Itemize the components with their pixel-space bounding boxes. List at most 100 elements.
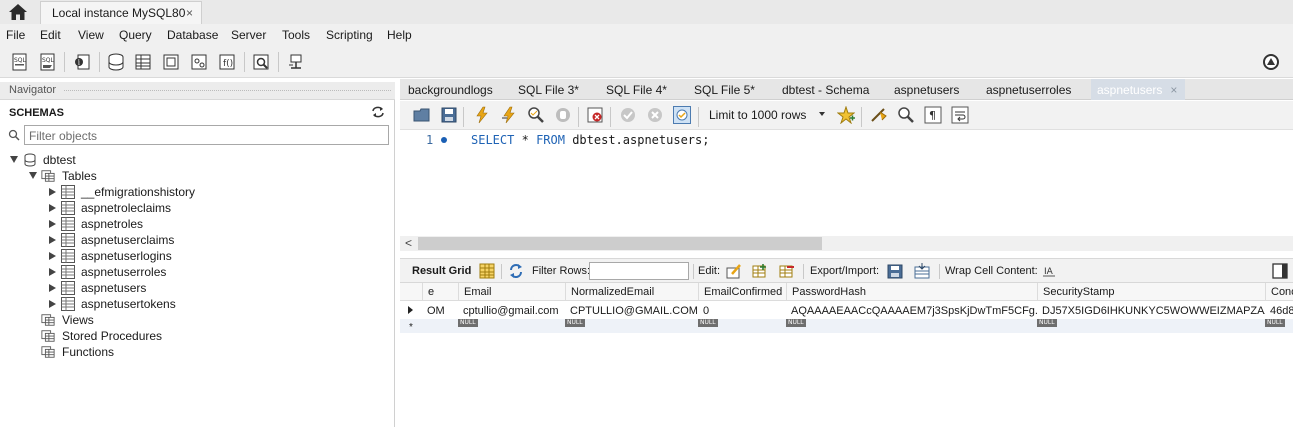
export-icon[interactable] <box>887 263 903 279</box>
grid-cell-normalizedemail[interactable]: CPTULLIO@GMAIL.COM <box>565 303 698 319</box>
menu-tools[interactable]: Tools <box>282 28 310 42</box>
tree-tables-folder[interactable]: Tables <box>29 168 149 184</box>
inspector-icon[interactable]: i <box>72 52 92 72</box>
column-header-securitystamp[interactable]: SecurityStamp <box>1037 283 1265 301</box>
column-header-passwordhash[interactable]: PasswordHash <box>786 283 1037 301</box>
tree-table-item[interactable]: aspnetusertokens <box>49 296 249 312</box>
expand-arrow-icon[interactable] <box>49 252 56 260</box>
stop-icon[interactable] <box>554 106 572 124</box>
column-header[interactable]: e <box>422 283 458 301</box>
toggle-panel-icon[interactable] <box>1272 263 1288 279</box>
tree-table-item[interactable]: __efmigrationshistory <box>49 184 249 200</box>
result-grid-label[interactable]: Result Grid <box>412 265 471 277</box>
column-header-normalizedemail[interactable]: NormalizedEmail <box>565 283 698 301</box>
edit-row-icon[interactable] <box>726 263 742 279</box>
expand-arrow-icon[interactable] <box>49 284 56 292</box>
expand-arrow-icon[interactable] <box>49 188 56 196</box>
new-sql-tab-icon[interactable]: SQL <box>10 52 30 72</box>
tree-table-item[interactable]: aspnetroles <box>49 216 249 232</box>
beautify-icon[interactable] <box>870 106 888 124</box>
scrollbar-thumb[interactable] <box>418 237 822 250</box>
sql-editor[interactable]: 1 SELECT * FROM dbtest.aspnetusers; <box>400 130 1293 236</box>
search-table-data-icon[interactable] <box>252 52 272 72</box>
expand-arrow-icon[interactable] <box>49 300 56 308</box>
create-table-icon[interactable] <box>134 52 154 72</box>
menu-help[interactable]: Help <box>387 28 412 42</box>
tree-table-item[interactable]: aspnetuserroles <box>49 264 249 280</box>
tree-functions-folder[interactable]: Functions <box>41 344 201 360</box>
tab-sql-file-5[interactable]: SQL File 5* <box>694 83 755 97</box>
tab-aspnetusers[interactable]: aspnetusers <box>894 83 959 97</box>
grid-cell-email[interactable]: cptullio@gmail.com <box>458 303 565 319</box>
menu-scripting[interactable]: Scripting <box>326 28 373 42</box>
tab-dbtest-schema[interactable]: dbtest - Schema <box>782 83 869 97</box>
column-header-email[interactable]: Email <box>458 283 565 301</box>
open-sql-script-icon[interactable]: SQL <box>38 52 58 72</box>
preferences-icon[interactable] <box>1261 52 1281 72</box>
find-icon[interactable] <box>897 106 915 124</box>
explain-icon[interactable] <box>527 106 545 124</box>
menu-view[interactable]: View <box>78 28 104 42</box>
import-icon[interactable] <box>914 263 930 279</box>
instance-tab[interactable]: Local instance MySQL80 × <box>40 1 202 24</box>
create-schema-icon[interactable] <box>106 52 126 72</box>
grid-cell-securitystamp[interactable]: DJ57X5IGD6IHKUNKYC5WOWWEIZMAPZAA <box>1037 303 1265 319</box>
editor-horizontal-scrollbar[interactable]: < <box>400 236 1293 251</box>
wrap-cell-icon[interactable]: IA <box>1041 263 1057 279</box>
create-view-icon[interactable] <box>162 52 182 72</box>
new-row[interactable]: * NULL NULL NULL NULL NULL NULL <box>400 319 1293 333</box>
filter-objects-input[interactable]: Filter objects <box>24 125 389 145</box>
auto-commit-icon[interactable] <box>673 106 691 124</box>
menu-query[interactable]: Query <box>119 28 152 42</box>
execute-icon[interactable] <box>473 106 491 124</box>
add-snippet-icon[interactable] <box>837 106 855 124</box>
expand-arrow-icon[interactable] <box>49 220 56 228</box>
limit-rows-select[interactable]: Limit to 1000 rows <box>705 106 827 124</box>
menu-file[interactable]: File <box>6 28 25 42</box>
menu-edit[interactable]: Edit <box>40 28 61 42</box>
word-wrap-icon[interactable] <box>951 106 969 124</box>
collapse-arrow-icon[interactable] <box>10 156 18 163</box>
scroll-left-icon[interactable]: < <box>405 236 412 250</box>
tree-views-folder[interactable]: Views <box>41 312 201 328</box>
table-row[interactable]: OM cptullio@gmail.com CPTULLIO@GMAIL.COM… <box>400 303 1293 319</box>
grid-cell-concurrencystamp[interactable]: 46d8 <box>1265 303 1293 319</box>
tree-schema-dbtest[interactable]: dbtest <box>10 152 130 168</box>
tab-aspnetuserroles[interactable]: aspnetuserroles <box>986 83 1071 97</box>
tree-table-item[interactable]: aspnetuserclaims <box>49 232 249 248</box>
open-folder-icon[interactable] <box>413 106 431 124</box>
toggle-error-stop-icon[interactable] <box>586 106 604 124</box>
invisible-chars-icon[interactable]: ¶ <box>924 106 942 124</box>
collapse-arrow-icon[interactable] <box>29 172 37 179</box>
close-icon[interactable]: × <box>186 6 193 20</box>
tree-table-item[interactable]: aspnetuserlogins <box>49 248 249 264</box>
close-tab-icon[interactable]: × <box>1170 83 1177 97</box>
create-procedure-icon[interactable] <box>190 52 210 72</box>
column-header-emailconfirmed[interactable]: EmailConfirmed <box>698 283 786 301</box>
column-header-concurrencystamp[interactable]: Conc <box>1265 283 1293 301</box>
tab-sql-file-4[interactable]: SQL File 4* <box>606 83 667 97</box>
tab-aspnetusers-active[interactable]: aspnetusers × <box>1091 79 1186 100</box>
execute-current-icon[interactable] <box>500 106 518 124</box>
menu-database[interactable]: Database <box>167 28 218 42</box>
delete-row-icon[interactable] <box>779 263 795 279</box>
reconnect-icon[interactable] <box>286 52 306 72</box>
filter-rows-input[interactable] <box>589 262 689 280</box>
rollback-icon[interactable] <box>646 106 664 124</box>
expand-arrow-icon[interactable] <box>49 204 56 212</box>
refresh-icon[interactable] <box>371 106 385 118</box>
commit-icon[interactable] <box>619 106 637 124</box>
grid-cell-emailconfirmed[interactable]: 0 <box>698 303 786 319</box>
sql-query-text[interactable]: SELECT * FROM dbtest.aspnetusers; <box>471 133 709 147</box>
tree-procedures-folder[interactable]: Stored Procedures <box>41 328 201 344</box>
grid-cell[interactable]: OM <box>422 303 458 319</box>
tree-table-item[interactable]: aspnetusers <box>49 280 249 296</box>
tab-backgroundlogs[interactable]: backgroundlogs <box>408 83 493 97</box>
grid-cell-passwordhash[interactable]: AQAAAAEAACcQAAAAEM7j3SpsKjDwTmF5CFg... <box>786 303 1037 319</box>
insert-row-icon[interactable] <box>752 263 768 279</box>
result-grid-icon[interactable] <box>479 263 495 279</box>
expand-arrow-icon[interactable] <box>49 268 56 276</box>
tree-table-item[interactable]: aspnetroleclaims <box>49 200 249 216</box>
tab-sql-file-3[interactable]: SQL File 3* <box>518 83 579 97</box>
save-icon[interactable] <box>440 106 458 124</box>
